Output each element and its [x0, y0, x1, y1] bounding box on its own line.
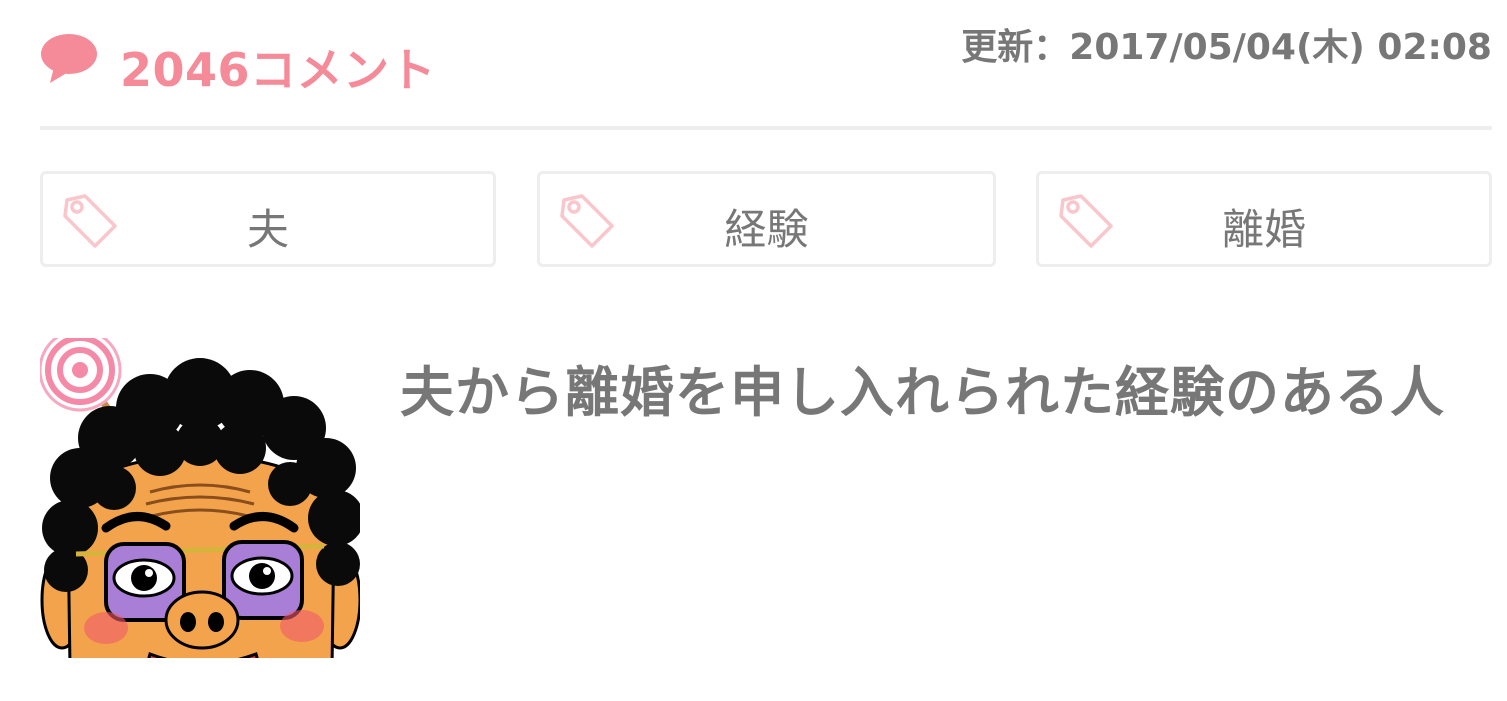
post-header: 2046コメント 更新：2017/05/04(木) 02:08: [40, 0, 1492, 128]
tag-label: 夫: [246, 205, 289, 254]
post-title[interactable]: 夫から離婚を申し入れられた経験のある人: [400, 346, 1460, 440]
cartoon-avatar: [40, 338, 360, 658]
updated-timestamp: 更新：2017/05/04(木) 02:08: [961, 27, 1492, 68]
tag-item[interactable]: 経験: [537, 171, 996, 267]
comment-count[interactable]: 2046コメント: [40, 18, 436, 100]
comment-count-label[interactable]: 2046コメント: [120, 34, 436, 100]
tag-label: 離婚: [1221, 205, 1306, 254]
tag-label: 経験: [724, 205, 809, 254]
tag-item[interactable]: 離婚: [1036, 171, 1492, 267]
post-avatar[interactable]: [40, 338, 360, 658]
tag-list: 夫 経験 離婚: [40, 171, 1492, 267]
speech-bubble-icon: [41, 34, 97, 83]
tag-item[interactable]: 夫: [40, 171, 496, 267]
header-divider: [40, 126, 1492, 130]
